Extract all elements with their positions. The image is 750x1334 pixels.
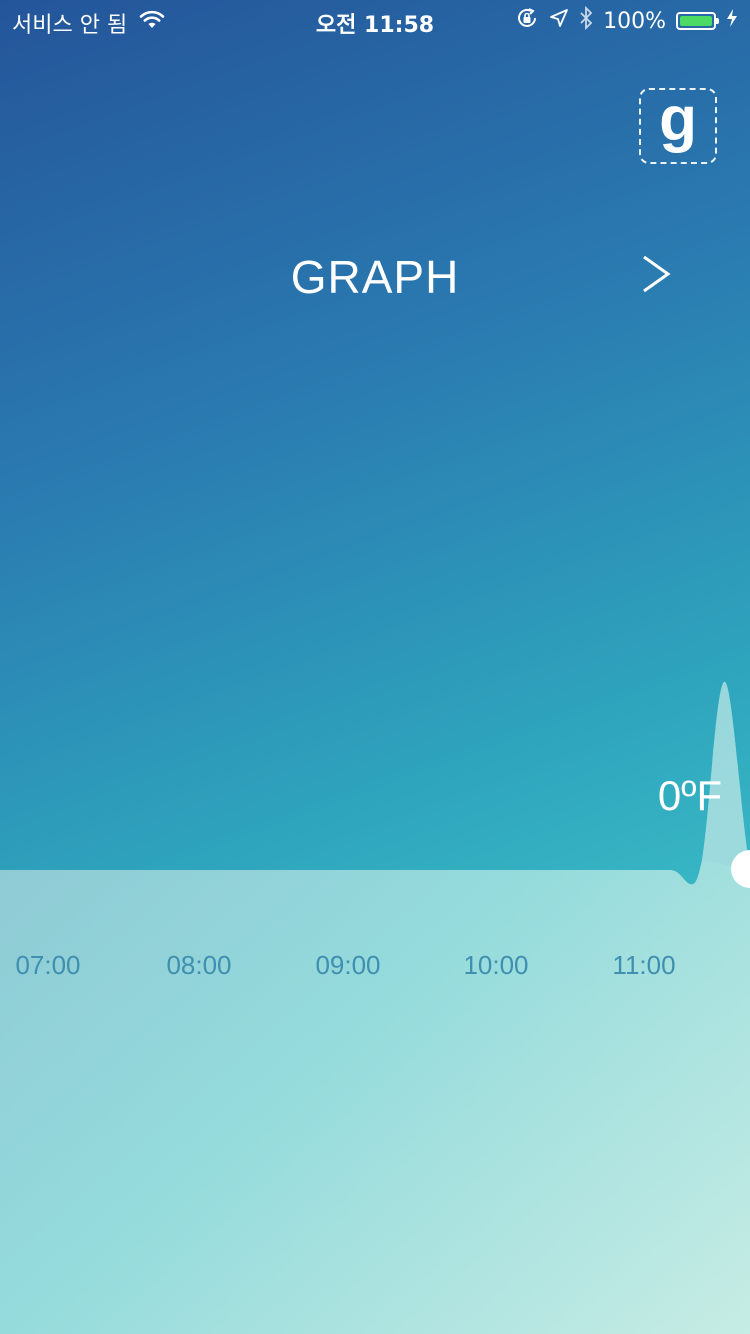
charging-bolt-icon (726, 8, 738, 34)
bluetooth-icon (579, 5, 593, 36)
time-label: 07:00 (15, 950, 81, 980)
app-logo[interactable]: g (639, 88, 717, 164)
time-label: 09:00 (315, 950, 381, 980)
location-arrow-icon (549, 8, 569, 34)
logo-letter: g (659, 85, 697, 154)
time-label: 11:00 (612, 950, 676, 980)
time-axis: 07:00 08:00 09:00 10:00 11:00 (0, 950, 750, 990)
temperature-graph (0, 681, 750, 1334)
chevron-right-icon (643, 255, 671, 293)
time-label: 10:00 (463, 950, 529, 980)
status-bar: 서비스 안 됨 오전 11:58 100% (0, 0, 750, 40)
status-right: 100% (515, 5, 738, 36)
rotation-lock-icon (515, 6, 539, 36)
time-label: 08:00 (166, 950, 232, 980)
next-button[interactable] (636, 252, 676, 296)
battery-percent: 100% (603, 8, 666, 34)
current-temperature: 0ºF (657, 772, 723, 819)
battery-icon (676, 12, 719, 30)
